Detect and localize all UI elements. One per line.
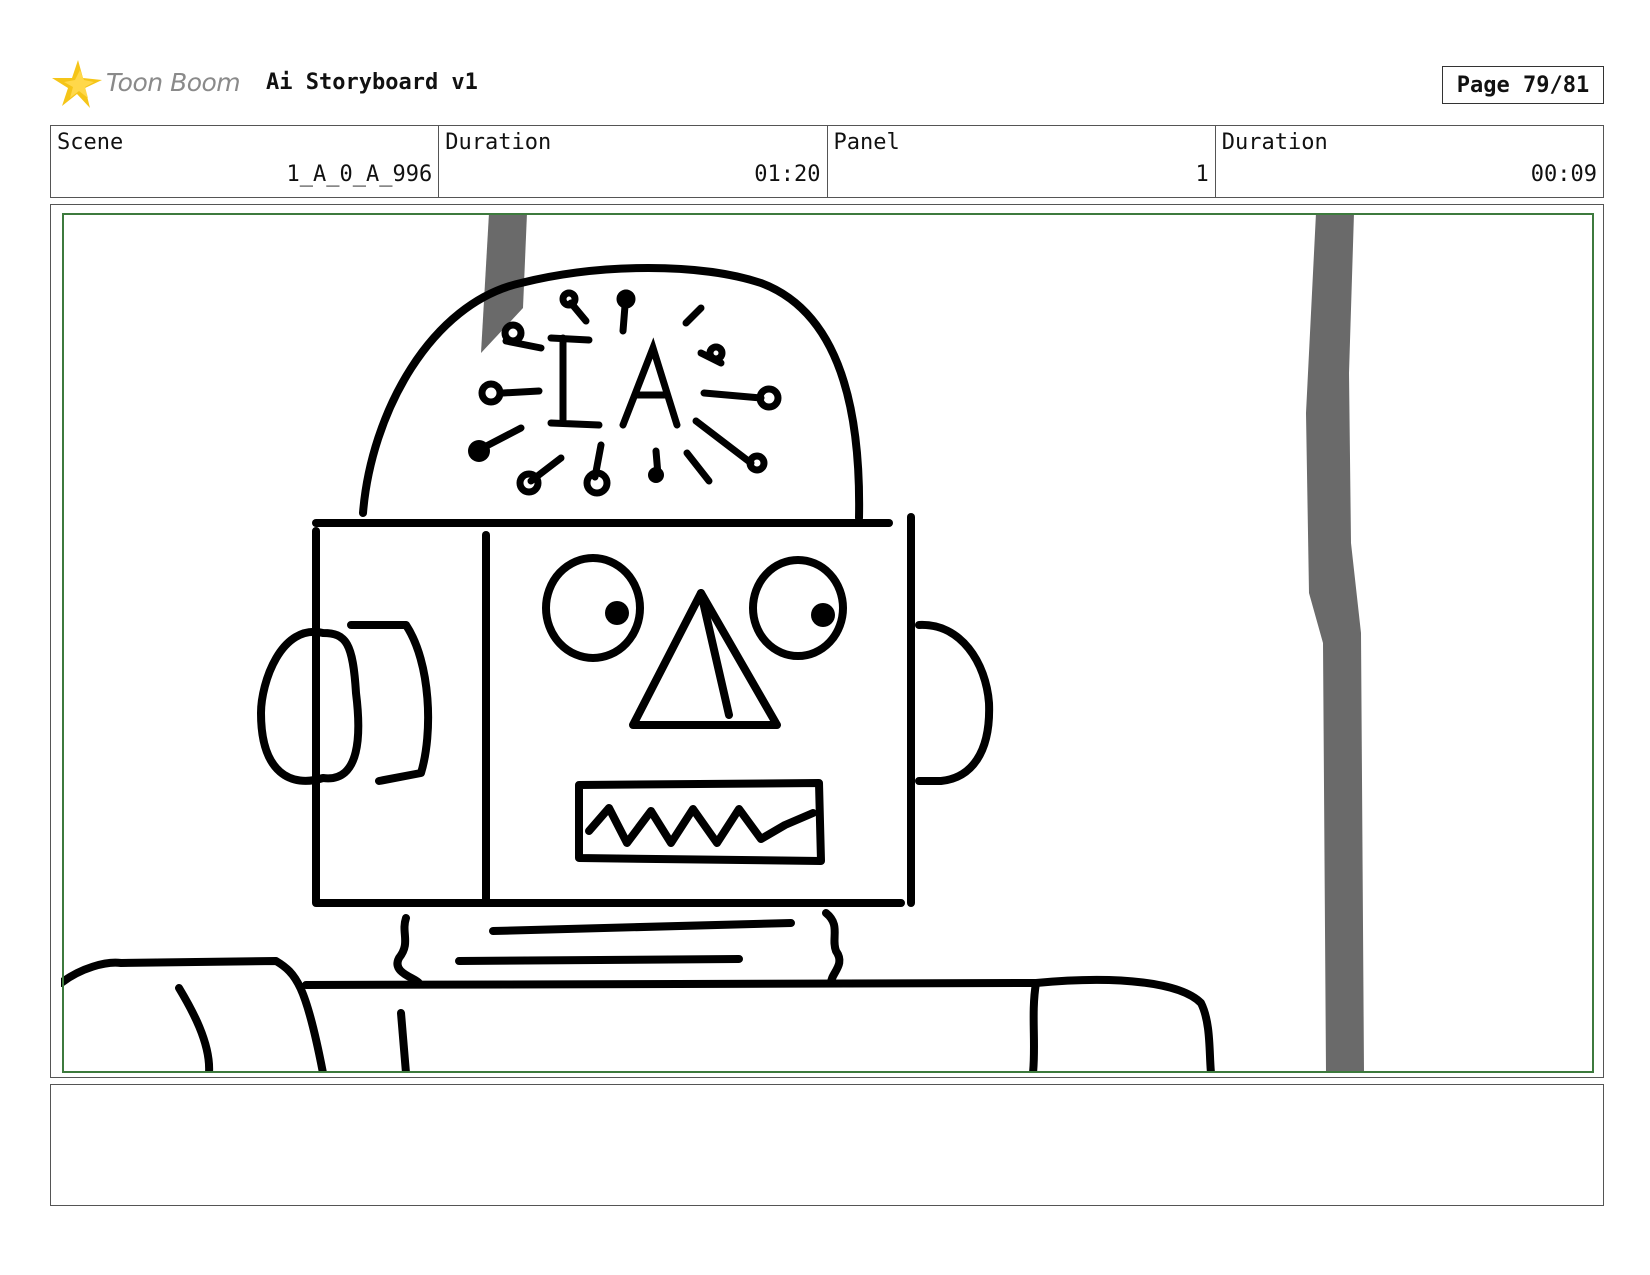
page-number: Page 79/81	[1442, 66, 1604, 104]
scene-duration-value: 01:20	[754, 162, 821, 187]
document-title: Ai Storyboard v1	[266, 70, 478, 95]
neck	[393, 914, 423, 987]
scene-label: Scene	[57, 130, 124, 155]
scene-info-row: Scene 1_A_0_A_996 Duration 01:20 Panel 1…	[50, 125, 1604, 198]
storyboard-panel: IA	[50, 204, 1604, 1078]
right-ear	[915, 620, 994, 785]
panel-duration-value: 00:09	[1530, 162, 1597, 187]
panel-notes-box[interactable]	[50, 1084, 1604, 1206]
panel-notes-text	[51, 1085, 1603, 1101]
panel-duration-cell: Duration 00:09	[1216, 126, 1603, 197]
dome	[359, 264, 864, 522]
left-ear	[257, 627, 363, 785]
panel-cell: Panel 1	[828, 126, 1216, 197]
panel-value: 1	[1195, 162, 1209, 187]
panel-duration-label: Duration	[1221, 130, 1328, 155]
scene-cell: Scene 1_A_0_A_996	[51, 126, 440, 197]
robot-sketch: IA	[61, 213, 1364, 1071]
right-pole	[1306, 213, 1364, 1071]
scene-duration-label: Duration	[445, 130, 552, 155]
panel-label: Panel	[833, 130, 900, 155]
page-header: Toon Boom Ai Storyboard v1 Page 79/81	[50, 54, 1604, 114]
scene-value: 1_A_0_A_996	[286, 162, 433, 187]
logo-text: Toon Boom	[106, 68, 241, 97]
head-box	[312, 527, 905, 907]
body-top	[302, 975, 1215, 1071]
star-burst-icon	[52, 60, 102, 108]
scene-duration-cell: Duration 01:20	[439, 126, 828, 197]
toon-boom-logo: Toon Boom	[50, 54, 250, 114]
